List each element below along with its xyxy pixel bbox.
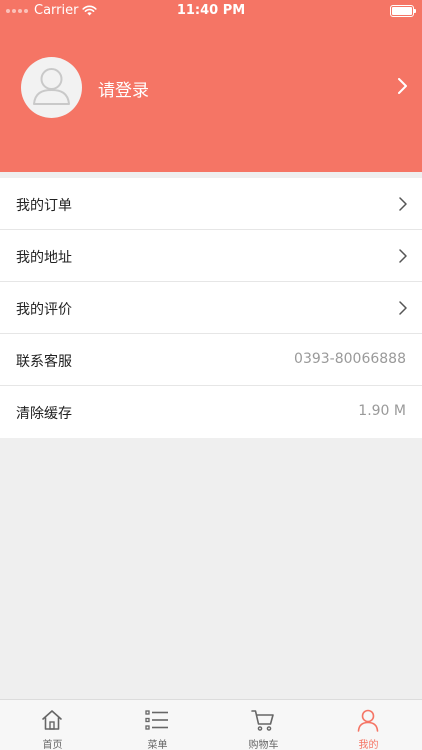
tab-label: 菜单: [147, 740, 168, 750]
menu-item-orders[interactable]: 我的订单: [0, 178, 422, 230]
tab-home[interactable]: 首页: [0, 700, 105, 750]
tab-menu[interactable]: 菜单: [105, 700, 210, 750]
user-placeholder-icon: [33, 68, 70, 105]
status-time: 11:40 PM: [176, 3, 246, 18]
cache-size: 1.90 M: [358, 403, 406, 419]
tab-label: 我的: [358, 740, 379, 750]
chevron-right-icon[interactable]: [398, 78, 407, 94]
phone-number: 0393-80066888: [294, 351, 406, 367]
settings-menu: 我的订单 我的地址 我的评价 联系客服 0393-80066888 清除缓存 1…: [0, 178, 422, 438]
tab-cart[interactable]: 购物车: [211, 700, 316, 750]
menu-item-label: 清除缓存: [16, 406, 72, 422]
menu-item-label: 我的评价: [16, 302, 72, 318]
avatar[interactable]: [21, 57, 82, 118]
status-bar: Carrier 11:40 PM: [0, 0, 422, 22]
tab-bar: 首页 菜单 购物车 我的: [0, 699, 422, 750]
menu-item-customer-service[interactable]: 联系客服 0393-80066888: [0, 334, 422, 386]
login-button[interactable]: 请登录: [98, 76, 149, 101]
tab-label: 首页: [42, 740, 63, 750]
cart-icon: [251, 710, 274, 731]
chevron-right-icon: [399, 301, 407, 315]
menu-item-label: 我的订单: [16, 198, 72, 214]
menu-item-label: 我的地址: [16, 250, 72, 266]
menu-item-clear-cache[interactable]: 清除缓存 1.90 M: [0, 386, 422, 438]
battery-icon: [390, 5, 416, 17]
chevron-right-icon: [399, 249, 407, 263]
home-icon: [42, 710, 62, 730]
menu-item-address[interactable]: 我的地址: [0, 230, 422, 282]
menu-item-label: 联系客服: [16, 354, 72, 370]
list-icon: [145, 710, 168, 730]
tab-label: 购物车: [248, 740, 279, 750]
chevron-right-icon: [399, 197, 407, 211]
user-icon: [357, 709, 379, 732]
menu-item-reviews[interactable]: 我的评价: [0, 282, 422, 334]
tab-profile[interactable]: 我的: [316, 700, 421, 750]
profile-header: Carrier 11:40 PM 请登录: [0, 0, 422, 172]
